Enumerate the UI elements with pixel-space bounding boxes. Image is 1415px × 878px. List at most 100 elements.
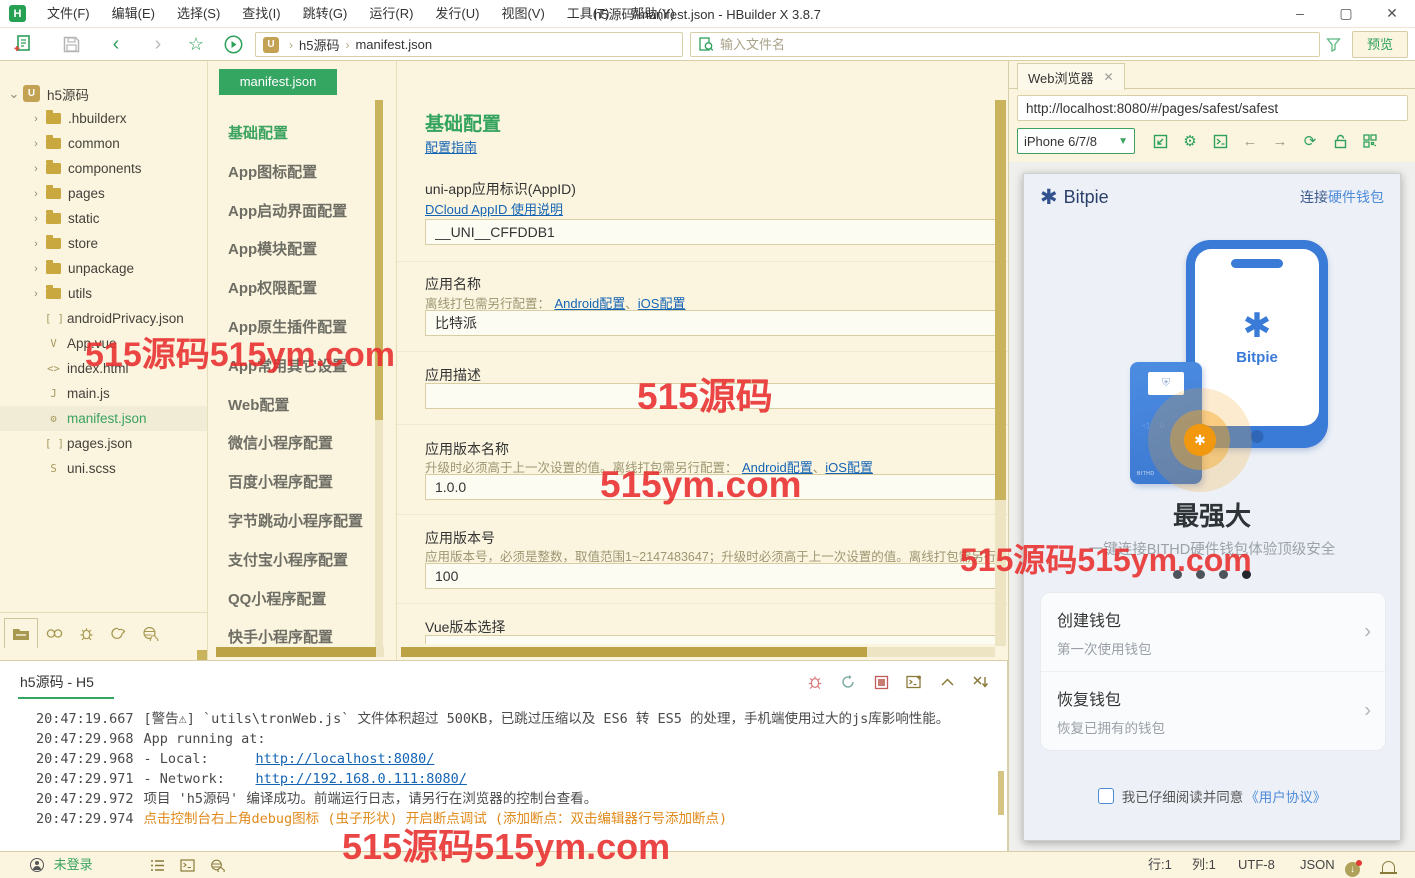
config-section-modules[interactable]: App模块配置 [228,231,363,270]
terminal-icon[interactable] [180,852,195,878]
web-cloud-icon[interactable] [134,618,166,648]
settings-gear-icon[interactable]: ⚙ [1175,132,1205,150]
menu-file[interactable]: 文件(F) [36,0,101,28]
tree-folder-utils[interactable]: utils [0,281,207,306]
nav-forward-icon[interactable]: → [1265,133,1295,150]
editor-tab-manifest[interactable]: manifest.json [219,69,337,95]
run-icon[interactable] [222,33,244,55]
breadcrumb-file[interactable]: manifest.json [355,37,432,52]
favorite-star-icon[interactable]: ☆ [185,33,207,55]
config-section-splash[interactable]: App启动界面配置 [228,193,363,232]
tree-folder-common[interactable]: common [0,131,207,156]
tree-file-mainjs[interactable]: Jmain.js [0,381,207,406]
console-scrollbar[interactable] [998,771,1004,815]
menu-publish[interactable]: 发行(U) [424,0,490,28]
config-nav-hscrollbar[interactable] [216,647,384,657]
refresh-icon[interactable]: ⟳ [1295,132,1325,150]
preview-button[interactable]: 预览 [1352,31,1408,58]
restart-icon[interactable] [839,673,857,691]
update-clock-icon[interactable]: ↓ [1345,852,1360,878]
detach-window-icon[interactable] [1145,134,1175,149]
file-search-input[interactable] [720,37,1319,52]
debug-panel-icon[interactable] [70,618,102,648]
local-url-link[interactable]: http://localhost:8080/ [256,751,435,767]
config-section-alipay[interactable]: 支付宝小程序配置 [228,542,363,581]
config-section-weixin[interactable]: 微信小程序配置 [228,425,363,464]
tree-folder-store[interactable]: store [0,231,207,256]
tree-folder-unpackage[interactable]: unpackage [0,256,207,281]
ios-config-link[interactable]: iOS配置 [638,296,686,311]
config-section-basic[interactable]: 基础配置 [228,115,363,154]
appid-input[interactable] [425,219,1003,245]
config-section-baidu[interactable]: 百度小程序配置 [228,464,363,503]
close-icon[interactable]: ✕ [1369,0,1415,28]
config-guide-link[interactable]: 配置指南 [425,137,477,156]
notification-bell-icon[interactable] [1382,852,1395,878]
source-control-icon[interactable] [102,618,134,648]
breadcrumb-project[interactable]: h5源码 [299,35,339,54]
config-section-permissions[interactable]: App权限配置 [228,270,363,309]
stop-icon[interactable] [872,673,890,691]
config-section-bytedance[interactable]: 字节跳动小程序配置 [228,503,363,542]
files-panel-tab[interactable] [4,618,38,648]
cursor-col[interactable]: 列:1 [1192,852,1216,878]
create-wallet-item[interactable]: 创建钱包 第一次使用钱包 › [1041,593,1385,671]
connect-hardware-wallet-link[interactable]: 连接硬件钱包 [1300,187,1384,207]
browser-url-input[interactable] [1017,95,1408,121]
cursor-line[interactable]: 行:1 [1148,852,1172,878]
restore-wallet-item[interactable]: 恢复钱包 恢复已拥有的钱包 › [1041,672,1385,750]
config-section-qq[interactable]: QQ小程序配置 [228,581,363,620]
clear-console-icon[interactable] [971,673,989,691]
device-select[interactable]: iPhone 6/7/8 ▼ [1017,128,1135,154]
new-file-icon[interactable] [12,33,34,55]
outline-icon[interactable] [150,852,165,878]
menu-run[interactable]: 运行(R) [358,0,424,28]
config-section-app-icon[interactable]: App图标配置 [228,154,363,193]
lock-icon[interactable] [1325,134,1355,149]
config-section-web[interactable]: Web配置 [228,387,363,426]
login-status[interactable]: 未登录 [30,852,93,878]
breadcrumb[interactable]: U h5源码 manifest.json [255,32,683,57]
collapse-panel-icon[interactable] [938,673,956,691]
forward-icon[interactable]: › [147,33,169,55]
maximize-icon[interactable]: ▢ [1323,0,1369,28]
user-agreement-link[interactable]: 《用户协议》 [1245,786,1326,806]
filter-funnel-icon[interactable] [1322,33,1344,55]
app-name-input[interactable] [425,310,1003,336]
tree-folder-components[interactable]: components [0,156,207,181]
search-panel-icon[interactable] [38,618,70,648]
console-tab[interactable]: h5源码 - H5 [20,672,94,692]
tree-file-uniscss[interactable]: Suni.scss [0,456,207,481]
android-config-link[interactable]: Android配置 [554,296,625,311]
agreement-checkbox[interactable] [1098,788,1114,804]
tree-file-manifest[interactable]: ⚙manifest.json [0,406,207,431]
close-icon[interactable]: ✕ [1104,70,1114,84]
appid-doc-link[interactable]: DCloud AppID 使用说明 [425,199,563,218]
menu-goto[interactable]: 跳转(G) [292,0,359,28]
project-root-row[interactable]: U h5源码 [0,81,207,106]
file-search-box[interactable] [690,32,1320,57]
tree-file-pagesjson[interactable]: [ ]pages.json [0,431,207,456]
browser-tab[interactable]: Web浏览器 ✕ [1017,63,1125,90]
console-terminal-icon[interactable] [1205,134,1235,149]
panel-resize-grip[interactable] [197,650,207,660]
minimize-icon[interactable]: – [1277,0,1323,28]
network-url-link[interactable]: http://192.168.0.111:8080/ [256,771,467,787]
form-hscrollbar[interactable] [401,647,995,657]
file-language[interactable]: JSON [1300,852,1335,878]
tree-folder-pages[interactable]: pages [0,181,207,206]
menu-edit[interactable]: 编辑(E) [101,0,166,28]
ios-config-link[interactable]: iOS配置 [825,460,873,475]
menu-select[interactable]: 选择(S) [166,0,231,28]
web-server-icon[interactable] [210,852,225,878]
qr-code-icon[interactable] [1355,134,1385,148]
new-terminal-icon[interactable] [905,673,923,691]
vue-version-input[interactable] [425,635,1003,644]
menu-find[interactable]: 查找(I) [231,0,291,28]
nav-back-icon[interactable]: ← [1235,133,1265,150]
back-icon[interactable]: ‹ [105,33,127,55]
debug-bug-icon[interactable] [806,673,824,691]
version-code-input[interactable] [425,563,1003,589]
tree-folder-hbuilderx[interactable]: .hbuilderx [0,106,207,131]
menu-view[interactable]: 视图(V) [490,0,555,28]
